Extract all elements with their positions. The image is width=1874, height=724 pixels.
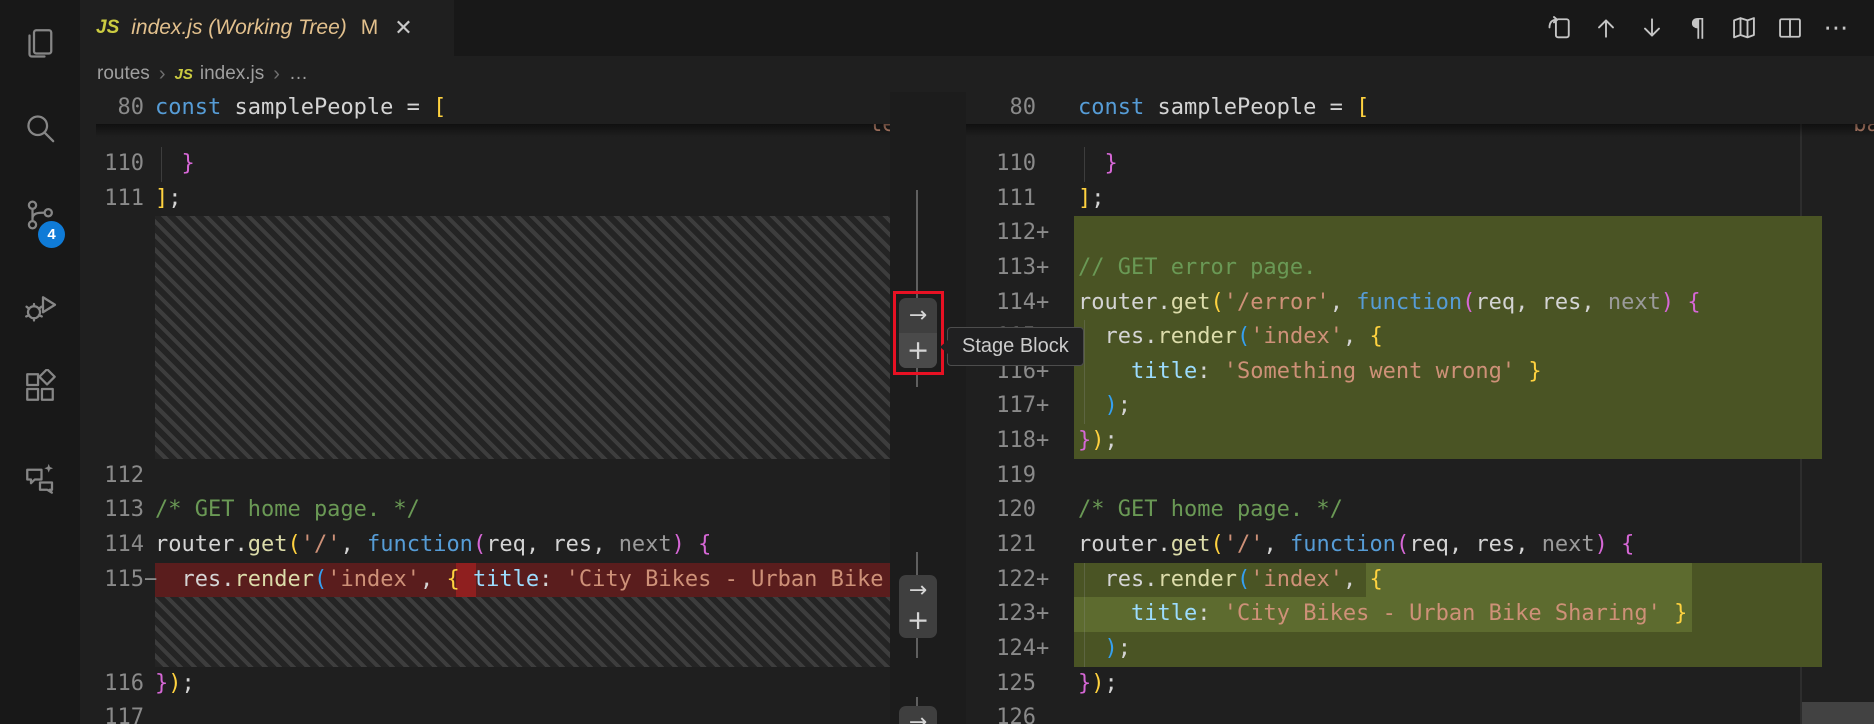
close-icon[interactable]: ✕ (394, 17, 412, 39)
diff-original-pane: 110 }111]; 112113/* GET home page. */114r… (96, 92, 890, 724)
code-line-110: 110 } (966, 147, 1874, 182)
code-line-121: 121router.get('/', function(req, res, ne… (966, 528, 1874, 563)
code-line-114: 114+router.get('/error', function(req, r… (966, 286, 1874, 321)
diff-gutter: → + → + → (890, 92, 966, 724)
next-block-button[interactable]: → (899, 298, 937, 333)
explorer-icon[interactable] (16, 19, 64, 67)
next-change-icon[interactable] (1638, 14, 1666, 42)
code-line-116: 116+ title: 'Something went wrong' } (966, 355, 1874, 390)
chat-icon[interactable] (16, 454, 64, 502)
breadcrumb: routes › JS index.js › … (80, 56, 1874, 92)
code-line-115: 115+ res.render('index', { (966, 320, 1874, 355)
code-line-124: 124+ ); (966, 632, 1874, 667)
editor-toolbar: ¶⋯ (1546, 14, 1850, 42)
js-file-icon: JS (174, 66, 192, 83)
code-line-115: 115− res.render('index', { title: 'City … (96, 563, 890, 598)
chevron-right-icon: › (159, 63, 166, 86)
activity-bar: 4 (0, 0, 80, 724)
more-actions-icon[interactable]: ⋯ (1822, 14, 1850, 42)
stage-block-tooltip: Stage Block (947, 327, 1084, 366)
tab-title: index.js (Working Tree) (131, 16, 347, 40)
code-line-111: 111]; (966, 182, 1874, 217)
open-changes-icon[interactable] (1546, 14, 1574, 42)
next-block-button[interactable]: → (899, 575, 937, 606)
tooltip-arrow (940, 340, 948, 354)
map-icon[interactable] (1730, 14, 1758, 42)
stage-block-button-group: → + (899, 298, 937, 368)
code-line-113: 113+// GET error page. (966, 251, 1874, 286)
code-line-117: 117+ ); (966, 389, 1874, 424)
tooltip-label: Stage Block (962, 335, 1069, 357)
stage-block-button[interactable]: + (899, 333, 937, 368)
code-line-126: 126 (966, 701, 1874, 724)
sticky-scroll-line: 80const samplePeople = [ (96, 92, 890, 124)
horizontal-scrollbar[interactable] (1802, 702, 1874, 724)
next-block-button[interactable]: → (899, 706, 937, 724)
code-line-110: 110 } (96, 147, 890, 182)
scm-changes-badge: 4 (38, 221, 65, 248)
vscode-diff-window: 4 JS index.js (Working Tree) M ✕ ¶⋯ rout… (0, 0, 1874, 724)
stage-block-button-group[interactable]: → (899, 706, 937, 724)
code-line-111: 111]; (96, 182, 890, 217)
stage-block-button-group: → + (899, 575, 937, 638)
code-line-125: 125}); (966, 667, 1874, 702)
diff-editor: 110 }111];112113/* GET home page. */114r… (80, 92, 1874, 724)
js-file-icon: JS (96, 17, 119, 39)
code-line-112: 112+ (966, 216, 1874, 251)
search-icon[interactable] (16, 104, 64, 152)
run-debug-icon[interactable] (16, 283, 64, 331)
breadcrumb-more[interactable]: … (289, 63, 308, 85)
code-line-118: 118+}); (966, 424, 1874, 459)
diff-modified-pane: 110 }111];112+113+// GET error page.114+… (966, 92, 1874, 724)
code-line-119: 119 (966, 459, 1874, 494)
code-line-120: 120/* GET home page. */ (966, 493, 1874, 528)
code-line-114: 114router.get('/', function(req, res, ne… (96, 528, 890, 563)
previous-change-icon[interactable] (1592, 14, 1620, 42)
code-line-122: 122+ res.render('index', { (966, 563, 1874, 598)
code-line-117: 117 (96, 701, 890, 724)
breadcrumb-routes[interactable]: routes (97, 63, 150, 85)
breadcrumb-index-js[interactable]: index.js (200, 63, 264, 85)
tab-index-js[interactable]: JS index.js (Working Tree) M ✕ (80, 0, 454, 56)
code-line-112: 112 (96, 459, 890, 494)
code-line-113: 113/* GET home page. */ (96, 493, 890, 528)
diff-filler-region (96, 216, 890, 459)
diff-filler-region (96, 597, 890, 666)
whitespace-icon[interactable]: ¶ (1684, 14, 1712, 42)
sticky-scroll-line: 80const samplePeople = [ (966, 92, 1874, 124)
code-line-116: 116}); (96, 667, 890, 702)
split-editor-icon[interactable] (1776, 14, 1804, 42)
code-line-123: 123+ title: 'City Bikes - Urban Bike Sha… (966, 597, 1874, 632)
tab-strip: JS index.js (Working Tree) M ✕ ¶⋯ (80, 0, 1874, 56)
modified-badge: M (361, 16, 379, 40)
extensions-icon[interactable] (16, 363, 64, 411)
stage-block-button[interactable]: + (899, 606, 937, 638)
chevron-right-icon: › (273, 63, 280, 86)
